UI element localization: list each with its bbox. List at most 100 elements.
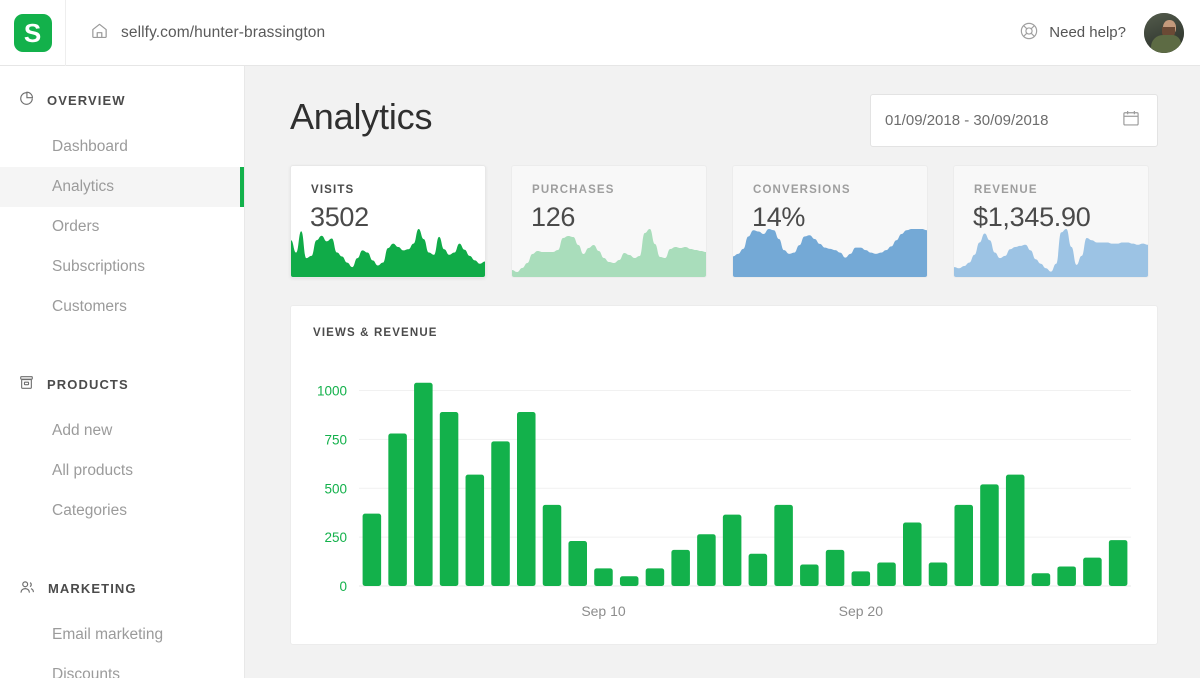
sidebar-item-dashboard[interactable]: Dashboard — [0, 127, 244, 167]
chart-bar[interactable] — [646, 568, 665, 586]
chart-bar[interactable] — [1083, 558, 1102, 586]
store-url-text: sellfy.com/hunter-brassington — [121, 24, 325, 42]
x-axis-tick-label: Sep 20 — [839, 603, 884, 619]
chart-bar[interactable] — [414, 383, 433, 586]
views-revenue-chart-card: VIEWS & REVENUE 0 250 500 750 1000 Sep 10 Sep … — [290, 305, 1158, 645]
sidebar-item-add-new[interactable]: Add new — [0, 411, 244, 451]
date-range-picker[interactable]: 01/09/2018 - 30/09/2018 — [870, 94, 1158, 147]
pie-chart-icon — [18, 90, 35, 110]
sellfy-logo[interactable]: S — [14, 14, 52, 52]
chart-bar[interactable] — [954, 505, 973, 586]
stat-card-title: CONVERSIONS — [753, 184, 851, 196]
sidebar: OVERVIEW Dashboard Analytics Orders Subs… — [0, 66, 245, 678]
sidebar-item-label: Orders — [52, 218, 99, 236]
chart-bar[interactable] — [388, 434, 407, 586]
top-bar: S sellfy.com/hunter-brassington Need hel… — [0, 0, 1200, 66]
lifebuoy-icon — [1019, 21, 1039, 45]
date-range-value: 01/09/2018 - 30/09/2018 — [885, 112, 1048, 129]
chart-bar[interactable] — [903, 522, 922, 586]
y-axis-tick-label: 0 — [339, 579, 347, 594]
chart-bar[interactable] — [517, 412, 536, 586]
chart-bar[interactable] — [594, 568, 613, 586]
chart-bar[interactable] — [929, 563, 948, 586]
stat-card-revenue[interactable]: REVENUE $1,345.90 — [953, 165, 1149, 278]
sidebar-section-marketing: MARKETING — [0, 568, 244, 608]
conversions-sparkline — [733, 225, 927, 277]
sidebar-item-analytics[interactable]: Analytics — [0, 167, 244, 207]
stat-card-conversions[interactable]: CONVERSIONS 14% — [732, 165, 928, 278]
y-axis-tick-label: 1000 — [317, 384, 347, 399]
need-help-label: Need help? — [1049, 24, 1126, 41]
sidebar-item-discounts[interactable]: Discounts — [0, 655, 244, 678]
chart-bar[interactable] — [1057, 566, 1076, 586]
sidebar-item-label: Discounts — [52, 666, 120, 678]
y-axis-tick-label: 750 — [324, 432, 347, 447]
sidebar-section-marketing-label: MARKETING — [48, 581, 137, 596]
chart-bar[interactable] — [697, 534, 716, 586]
x-axis-tick-label: Sep 10 — [581, 603, 626, 619]
sidebar-item-label: Dashboard — [52, 138, 128, 156]
sidebar-item-all-products[interactable]: All products — [0, 451, 244, 491]
chart-bar[interactable] — [671, 550, 690, 586]
page-header: Analytics 01/09/2018 - 30/09/2018 — [245, 66, 1200, 147]
chart-bar[interactable] — [620, 576, 639, 586]
sidebar-item-label: Customers — [52, 298, 127, 316]
sidebar-item-label: All products — [52, 462, 133, 480]
main-content: Analytics 01/09/2018 - 30/09/2018 VISITS… — [245, 66, 1200, 678]
stat-card-title: REVENUE — [974, 184, 1038, 196]
chart-bar[interactable] — [1032, 573, 1051, 586]
sidebar-item-subscriptions[interactable]: Subscriptions — [0, 247, 244, 287]
chart-bar[interactable] — [723, 515, 742, 586]
sidebar-item-orders[interactable]: Orders — [0, 207, 244, 247]
stat-card-purchases[interactable]: PURCHASES 126 — [511, 165, 707, 278]
people-icon — [18, 578, 36, 599]
chart-bar[interactable] — [1109, 540, 1128, 586]
bar-chart[interactable]: 0 250 500 750 1000 Sep 10 Sep 20 — [291, 353, 1159, 644]
sidebar-item-categories[interactable]: Categories — [0, 491, 244, 531]
chart-bar[interactable] — [440, 412, 459, 586]
chart-bar[interactable] — [363, 514, 382, 586]
chart-bar[interactable] — [826, 550, 845, 586]
chart-bar[interactable] — [466, 475, 485, 586]
chart-bar[interactable] — [980, 484, 999, 586]
sidebar-item-label: Subscriptions — [52, 258, 145, 276]
sidebar-section-products: PRODUCTS — [0, 364, 244, 404]
avatar[interactable] — [1144, 13, 1184, 53]
sidebar-section-products-label: PRODUCTS — [47, 377, 129, 392]
y-axis-tick-label: 500 — [324, 481, 347, 496]
chart-bar[interactable] — [852, 571, 871, 586]
sidebar-item-label: Add new — [52, 422, 112, 440]
chart-bar[interactable] — [568, 541, 587, 586]
stat-card-visits[interactable]: VISITS 3502 — [290, 165, 486, 278]
chart-bar[interactable] — [800, 565, 819, 587]
sidebar-item-email-marketing[interactable]: Email marketing — [0, 615, 244, 655]
sidebar-section-overview: OVERVIEW — [0, 80, 244, 120]
chart-plot-area: 0 250 500 750 1000 Sep 10 Sep 20 — [291, 353, 1157, 644]
chart-bar[interactable] — [1006, 475, 1025, 586]
chart-bar[interactable] — [774, 505, 793, 586]
chart-title: VIEWS & REVENUE — [313, 327, 438, 339]
sidebar-item-label: Email marketing — [52, 626, 163, 644]
revenue-sparkline — [954, 225, 1148, 277]
logo-cell: S — [0, 0, 66, 66]
purchases-sparkline — [512, 225, 706, 277]
stat-card-title: PURCHASES — [532, 184, 615, 196]
box-icon — [18, 374, 35, 394]
need-help-button[interactable]: Need help? — [1019, 21, 1126, 45]
sidebar-item-label: Categories — [52, 502, 127, 520]
sidebar-item-label: Analytics — [52, 178, 114, 196]
stat-card-title: VISITS — [311, 184, 354, 196]
chart-bar[interactable] — [877, 563, 896, 586]
y-axis-tick-label: 250 — [324, 530, 347, 545]
visits-sparkline — [291, 225, 485, 277]
sidebar-item-customers[interactable]: Customers — [0, 287, 244, 327]
store-url-link[interactable]: sellfy.com/hunter-brassington — [90, 21, 325, 45]
chart-bar[interactable] — [543, 505, 562, 586]
chart-bar[interactable] — [749, 554, 768, 586]
top-bar-right: Need help? — [1019, 13, 1200, 53]
chart-bar[interactable] — [491, 441, 510, 586]
page-title: Analytics — [290, 94, 432, 139]
sidebar-section-overview-label: OVERVIEW — [47, 93, 126, 108]
calendar-icon — [1121, 108, 1141, 133]
stat-cards: VISITS 3502 PURCHASES 126 CONVERSIONS 14… — [245, 147, 1200, 278]
